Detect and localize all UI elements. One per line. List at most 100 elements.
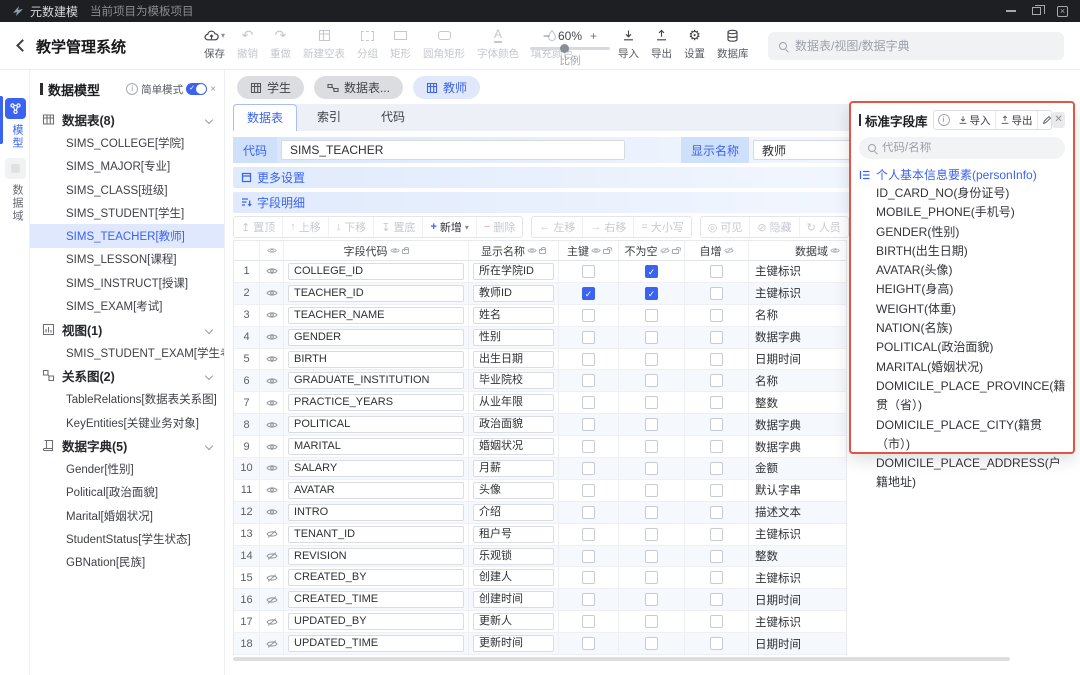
field-visibility-toggle[interactable] — [260, 436, 284, 457]
field-visibility-toggle[interactable] — [260, 524, 284, 545]
chevron-down-icon[interactable] — [205, 442, 213, 450]
zoom-out-button[interactable]: − — [543, 29, 550, 43]
rail-item-data-domain[interactable] — [5, 158, 26, 179]
field-visibility-toggle[interactable] — [260, 370, 284, 391]
field-code-input[interactable]: CREATED_BY — [288, 569, 464, 586]
toolbar-button[interactable]: ↷ 重做 — [264, 26, 297, 61]
minimize-icon[interactable] — [1006, 10, 1016, 12]
primary-key-checkbox[interactable] — [582, 571, 595, 584]
view-tab[interactable]: 代码 — [361, 104, 425, 131]
toolbar-button[interactable]: A 字体颜色 — [471, 26, 525, 61]
auto-increment-checkbox[interactable] — [710, 571, 723, 584]
data-domain-cell[interactable]: 描述文本 — [749, 502, 846, 523]
tree-item[interactable]: Gender[性别] — [30, 457, 224, 480]
primary-key-checkbox[interactable] — [582, 374, 595, 387]
primary-key-checkbox[interactable] — [582, 550, 595, 563]
not-null-checkbox[interactable] — [645, 528, 658, 541]
tree-item[interactable]: KeyEntities[关键业务对象] — [30, 411, 224, 434]
field-code-input[interactable]: UPDATED_TIME — [288, 635, 464, 652]
auto-increment-checkbox[interactable] — [710, 615, 723, 628]
primary-key-checkbox[interactable] — [582, 309, 595, 322]
field-visibility-toggle[interactable] — [260, 567, 284, 588]
primary-key-checkbox[interactable] — [582, 396, 595, 409]
auto-increment-checkbox[interactable] — [710, 440, 723, 453]
field-toolbar-button[interactable]: ↓ 下移 — [328, 217, 374, 237]
auto-increment-checkbox[interactable] — [710, 265, 723, 278]
tree-item[interactable]: StudentStatus[学生状态] — [30, 527, 224, 550]
header-action-button[interactable]: 数据库 — [711, 26, 755, 61]
field-code-input[interactable]: GRADUATE_INSTITUTION — [288, 372, 464, 389]
not-null-checkbox[interactable] — [645, 287, 658, 300]
display-name-input[interactable]: 更新时间 — [473, 635, 554, 652]
display-name-input[interactable]: 姓名 — [473, 307, 554, 324]
not-null-checkbox[interactable] — [645, 265, 658, 278]
header-action-button[interactable]: 导出 — [645, 26, 678, 61]
global-search-input[interactable] — [795, 39, 1035, 53]
chevron-down-icon[interactable] — [205, 116, 213, 124]
back-button[interactable] — [16, 39, 29, 52]
tree-item[interactable]: SIMS_STUDENT[学生] — [30, 201, 224, 224]
not-null-checkbox[interactable] — [645, 418, 658, 431]
not-null-checkbox[interactable] — [645, 615, 658, 628]
primary-key-checkbox[interactable] — [582, 484, 595, 497]
data-domain-cell[interactable]: 数据字典 — [749, 436, 846, 457]
display-name-input[interactable]: 政治面貌 — [473, 416, 554, 433]
field-visibility-toggle[interactable] — [260, 633, 284, 654]
primary-key-checkbox[interactable] — [582, 462, 595, 475]
tree-item[interactable]: Marital[婚姻状况] — [30, 504, 224, 527]
toolbar-button[interactable]: ↶ 撤销 — [231, 26, 264, 61]
display-name-input[interactable]: 教师ID — [473, 285, 554, 302]
view-tab[interactable]: 索引 — [297, 104, 361, 131]
field-code-input[interactable]: MARITAL — [288, 438, 464, 455]
field-code-input[interactable]: COLLEGE_ID — [288, 263, 464, 280]
info-icon[interactable]: i — [126, 83, 138, 95]
auto-increment-checkbox[interactable] — [710, 309, 723, 322]
field-toolbar-button[interactable]: ↥ 置顶 — [234, 217, 282, 237]
not-null-checkbox[interactable] — [645, 593, 658, 606]
tree-item[interactable]: SIMS_MAJOR[专业] — [30, 155, 224, 178]
standard-field-item[interactable]: ID_CARD_NO(身份证号) — [859, 184, 1065, 203]
standard-field-item[interactable]: BIRTH(出生日期) — [859, 242, 1065, 261]
auto-increment-checkbox[interactable] — [710, 593, 723, 606]
rail-label-data-domain[interactable]: 数据域 — [9, 184, 25, 223]
auto-increment-checkbox[interactable] — [710, 287, 723, 300]
field-toolbar-button[interactable]: ↧ 置底 — [373, 217, 422, 237]
field-visibility-toggle[interactable] — [260, 349, 284, 370]
code-input[interactable] — [281, 140, 625, 160]
display-name-input[interactable]: 婚姻状况 — [473, 438, 554, 455]
chevron-down-icon[interactable] — [205, 325, 213, 333]
field-toolbar-button[interactable]: ◎ 可见 — [701, 217, 750, 237]
toolbar-button[interactable]: 矩形 — [384, 26, 417, 61]
primary-key-checkbox[interactable] — [582, 353, 595, 366]
not-null-checkbox[interactable] — [645, 550, 658, 563]
tree-item[interactable]: GBNation[民族] — [30, 551, 224, 574]
standard-field-item[interactable]: DOMICILE_PLACE_PROVINCE(籍贯（省）) — [859, 377, 1065, 416]
tree-item[interactable]: Political[政治面貌] — [30, 481, 224, 504]
lock-icon[interactable] — [539, 249, 546, 254]
field-toolbar-button[interactable]: ↻ 人员 — [799, 217, 848, 237]
auto-increment-checkbox[interactable] — [710, 506, 723, 519]
auto-increment-checkbox[interactable] — [710, 528, 723, 541]
not-null-checkbox[interactable] — [645, 440, 658, 453]
tree-item[interactable]: SIMS_COLLEGE[学院] — [30, 131, 224, 154]
not-null-checkbox[interactable] — [645, 331, 658, 344]
horizontal-scrollbar[interactable] — [233, 657, 1010, 661]
field-toolbar-button[interactable]: ↑ 上移 — [282, 217, 328, 237]
field-visibility-toggle[interactable] — [260, 458, 284, 479]
data-domain-cell[interactable]: 主键标识 — [749, 261, 846, 282]
tree-item[interactable]: SIMS_LESSON[课程] — [30, 248, 224, 271]
display-name-input[interactable]: 创建时间 — [473, 591, 554, 608]
panel-action-button[interactable]: 导出 — [995, 111, 1037, 129]
lock-icon[interactable] — [402, 249, 409, 254]
primary-key-checkbox[interactable] — [582, 615, 595, 628]
auto-increment-checkbox[interactable] — [710, 418, 723, 431]
data-domain-cell[interactable]: 数据字典 — [749, 327, 846, 348]
display-name-input[interactable]: 介绍 — [473, 504, 554, 521]
panel-action-button[interactable]: 导入 — [954, 111, 995, 129]
panel-close-icon[interactable]: ✕ — [1052, 112, 1065, 128]
not-null-checkbox[interactable] — [645, 374, 658, 387]
field-toolbar-button[interactable]: + 新增 ▾ — [422, 217, 475, 237]
field-code-input[interactable]: GENDER — [288, 329, 464, 346]
unlock-icon[interactable] — [603, 249, 610, 254]
primary-key-checkbox[interactable] — [582, 331, 595, 344]
